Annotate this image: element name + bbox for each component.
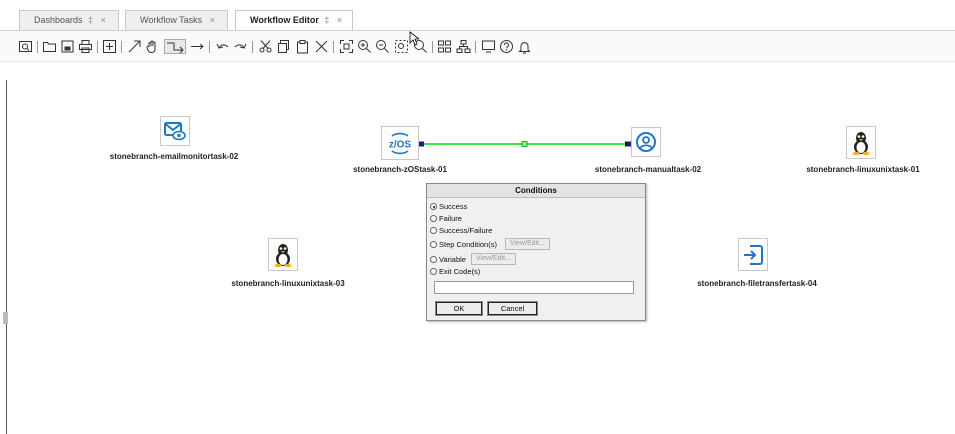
save-icon[interactable] xyxy=(60,39,75,54)
delete-icon[interactable] xyxy=(314,39,329,54)
node-label-manual: stonebranch-manualtask-02 xyxy=(594,165,702,174)
node-label-filetransfer: stonebranch-filetransfertask-04 xyxy=(697,279,817,288)
zoom-out-icon[interactable] xyxy=(375,39,390,54)
canvas-left-border xyxy=(6,80,7,434)
node-label-emailmonitor: stonebranch-emailmonitortask-02 xyxy=(109,152,239,161)
monitor-icon[interactable] xyxy=(481,39,496,54)
close-icon[interactable]: × xyxy=(101,15,106,25)
fit-icon[interactable] xyxy=(339,39,354,54)
expand-icon[interactable] xyxy=(102,39,117,54)
radio-selected[interactable] xyxy=(430,203,437,210)
option-exit-code-label: Exit Code(s) xyxy=(439,267,481,276)
resize-handle[interactable] xyxy=(3,312,8,324)
pin-icon[interactable]: ‡ xyxy=(324,15,329,25)
notification-icon[interactable] xyxy=(517,39,532,54)
linux-tux-icon xyxy=(274,243,292,267)
radio-unselected[interactable] xyxy=(430,268,437,275)
option-success-failure[interactable]: Success/Failure xyxy=(430,226,492,235)
conditions-dialog: Conditions Success Failure Success/Failu… xyxy=(426,183,646,321)
linux-tux-icon xyxy=(852,131,870,155)
cut-icon[interactable] xyxy=(258,39,273,54)
paste-icon[interactable] xyxy=(295,39,310,54)
option-exit-code[interactable]: Exit Code(s) xyxy=(430,267,480,276)
tab-workflow-tasks[interactable]: Workflow Tasks × xyxy=(125,10,228,30)
view-edit-button[interactable]: View/Edit... xyxy=(504,238,550,250)
option-step-condition[interactable]: Step Condition(s) View/Edit... xyxy=(430,238,550,250)
pin-icon[interactable]: ‡ xyxy=(88,15,93,25)
option-success-label: Success xyxy=(439,202,468,211)
option-failure[interactable]: Failure xyxy=(430,214,462,223)
manual-node[interactable] xyxy=(631,127,661,157)
hand-pan-icon[interactable] xyxy=(145,39,160,54)
radio-unselected[interactable] xyxy=(430,227,437,234)
zos-node[interactable]: z/OS xyxy=(381,126,419,160)
option-success-failure-label: Success/Failure xyxy=(439,226,493,235)
dialog-title: Conditions xyxy=(427,184,645,198)
redo-icon[interactable] xyxy=(233,39,248,54)
manual-user-icon xyxy=(636,132,656,152)
close-icon[interactable]: × xyxy=(210,15,215,25)
tab-workflow-editor-label: Workflow Editor xyxy=(250,15,319,25)
zoom-region-icon[interactable] xyxy=(394,39,409,54)
option-variable[interactable]: Variable View/Edit... xyxy=(430,253,516,265)
exit-code-input[interactable] xyxy=(434,281,634,294)
linux-node-01[interactable] xyxy=(846,126,876,159)
layout-icon[interactable] xyxy=(437,39,452,54)
close-icon[interactable]: × xyxy=(337,15,342,25)
tree-layout-icon[interactable] xyxy=(456,39,471,54)
filetransfer-node[interactable] xyxy=(738,238,768,271)
node-label-linux01: stonebranch-linuxunixtask-01 xyxy=(806,165,920,174)
radio-unselected[interactable] xyxy=(430,255,437,263)
copy-icon[interactable] xyxy=(276,39,291,54)
email-monitor-node[interactable] xyxy=(160,116,190,146)
zos-icon-text: z/OS xyxy=(389,140,412,151)
tab-bar: Dashboards ‡ × Workflow Tasks × Workflow… xyxy=(0,0,955,30)
tab-workflow-tasks-label: Workflow Tasks xyxy=(140,15,203,25)
zoom-in-icon[interactable] xyxy=(357,39,372,54)
straight-connector-icon[interactable] xyxy=(190,39,205,54)
connector-icon[interactable] xyxy=(164,39,186,54)
radio-unselected[interactable] xyxy=(430,215,437,222)
cancel-button[interactable]: Cancel xyxy=(487,301,538,316)
zos-icon: z/OS xyxy=(389,132,412,155)
tab-workflow-editor[interactable]: Workflow Editor ‡ × xyxy=(235,10,353,30)
help-icon[interactable] xyxy=(499,39,514,54)
task-connector[interactable] xyxy=(418,139,638,149)
arrow-icon[interactable] xyxy=(127,39,142,54)
option-success[interactable]: Success xyxy=(430,202,467,211)
toolbar xyxy=(0,30,955,62)
view-icon[interactable] xyxy=(18,39,33,54)
undo-icon[interactable] xyxy=(215,39,230,54)
option-step-condition-label: Step Condition(s) xyxy=(439,239,497,249)
email-monitor-icon xyxy=(164,122,186,141)
open-folder-icon[interactable] xyxy=(42,39,57,54)
cursor-pointer-icon xyxy=(409,31,419,46)
view-edit-button[interactable]: View/Edit... xyxy=(470,253,516,265)
tab-dashboards[interactable]: Dashboards ‡ × xyxy=(19,10,119,30)
ok-button[interactable]: OK xyxy=(435,301,483,316)
node-label-zos: stonebranch-zOStask-01 xyxy=(353,165,447,174)
print-icon[interactable] xyxy=(78,39,93,54)
linux-node-03[interactable] xyxy=(268,238,298,271)
option-failure-label: Failure xyxy=(439,214,462,223)
option-variable-label: Variable xyxy=(439,254,466,264)
file-transfer-icon xyxy=(744,244,763,265)
tab-dashboards-label: Dashboards xyxy=(34,15,83,25)
radio-unselected[interactable] xyxy=(430,240,437,248)
node-label-linux03: stonebranch-linuxunixtask-03 xyxy=(231,279,345,288)
